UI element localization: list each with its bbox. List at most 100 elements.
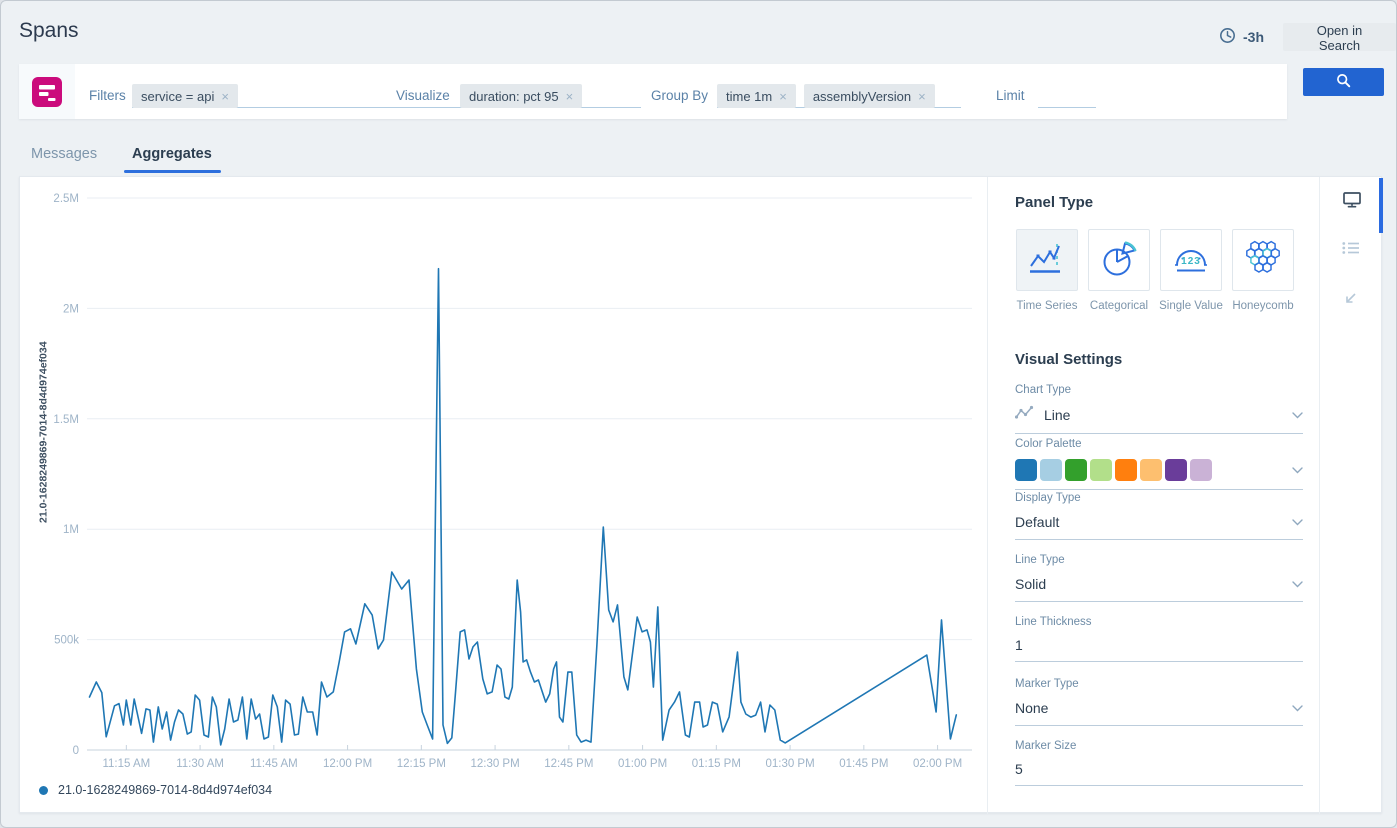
list-icon — [1342, 242, 1360, 259]
group-by-input[interactable]: time 1m × assemblyVersion × — [717, 84, 961, 108]
group-by-chip[interactable]: time 1m × — [717, 84, 796, 108]
query-source-cell[interactable] — [19, 64, 75, 119]
time-range-value: -3h — [1243, 29, 1264, 45]
chart-type-field: Chart Type Line — [1015, 384, 1303, 434]
palette-swatch[interactable] — [1065, 459, 1087, 481]
visualize-chip[interactable]: duration: pct 95 × — [460, 84, 582, 108]
panel-view-button[interactable] — [1342, 191, 1362, 214]
palette-swatch[interactable] — [1015, 459, 1037, 481]
line-type-value: Solid — [1015, 576, 1283, 592]
palette-swatch[interactable] — [1040, 459, 1062, 481]
limit-input[interactable] — [1038, 84, 1096, 108]
panel-type-heading: Panel Type — [1015, 194, 1093, 211]
marker-size-input[interactable]: 5 — [1015, 761, 1303, 786]
chart-type-select[interactable]: Line — [1015, 405, 1303, 434]
chevron-down-icon — [1292, 575, 1303, 593]
panel-type-label: Time Series — [1017, 300, 1078, 312]
chevron-down-icon — [1292, 699, 1303, 717]
tab-messages[interactable]: Messages — [31, 146, 97, 162]
chip-close-icon[interactable]: × — [566, 89, 574, 104]
time-series-icon — [1027, 238, 1067, 283]
limit-label: Limit — [996, 84, 1025, 108]
list-view-button[interactable] — [1342, 241, 1360, 260]
line-thickness-label: Line Thickness — [1015, 616, 1303, 628]
filter-chip[interactable]: service = api × — [132, 84, 238, 108]
group-by-label: Group By — [651, 84, 708, 108]
marker-size-field: Marker Size 5 — [1015, 740, 1303, 786]
y-tick-label: 500k — [54, 635, 79, 647]
panel-type-label: Honeycomb — [1232, 300, 1293, 312]
line-type-select[interactable]: Solid — [1015, 575, 1303, 602]
visualize-label: Visualize — [396, 84, 450, 108]
x-tick-label: 12:45 PM — [544, 758, 593, 770]
visualize-input[interactable]: duration: pct 95 × — [460, 84, 641, 108]
spans-page: Spans -3h Open in Search Filters service… — [0, 0, 1397, 828]
panel-type-label: Single Value — [1159, 300, 1223, 312]
x-tick-label: 12:30 PM — [470, 758, 519, 770]
legend-item[interactable]: 21.0-1628249869-7014-8d4d974ef034 — [39, 783, 272, 797]
query-bar: Filters service = api × Visualize durati… — [19, 64, 1287, 119]
display-type-field: Display Type Default — [1015, 492, 1303, 540]
group-by-chip[interactable]: assemblyVersion × — [804, 84, 935, 108]
chevron-down-icon — [1292, 406, 1303, 424]
y-tick-label: 1.5M — [53, 414, 79, 426]
categorical-icon — [1099, 238, 1139, 283]
marker-type-label: Marker Type — [1015, 678, 1303, 690]
x-tick-label: 01:45 PM — [839, 758, 888, 770]
chip-close-icon[interactable]: × — [918, 89, 926, 104]
chip-close-icon[interactable]: × — [779, 89, 787, 104]
timeseries-chart[interactable]: 0500k1M1.5M2M2.5M11:15 AM11:30 AM11:45 A… — [20, 177, 987, 814]
open-in-search-button[interactable]: Open in Search — [1283, 23, 1396, 51]
y-axis-label: 21.0-1628249869-7014-8d4d974ef034 — [36, 267, 51, 597]
panel-type-categorical[interactable] — [1088, 229, 1150, 291]
active-tab-indicator — [124, 170, 221, 173]
display-type-select[interactable]: Default — [1015, 513, 1303, 540]
monitor-icon — [1342, 196, 1362, 213]
marker-type-value: None — [1015, 700, 1283, 716]
logs-source-icon — [32, 77, 62, 107]
y-tick-label: 1M — [63, 524, 79, 536]
color-palette-select[interactable] — [1015, 459, 1303, 490]
chevron-down-icon — [1292, 513, 1303, 531]
panel-type-honeycomb[interactable] — [1232, 229, 1294, 291]
view-toolbar — [1319, 177, 1383, 814]
filters-label: Filters — [89, 84, 126, 108]
line-chart-view-button[interactable] — [1342, 291, 1358, 311]
palette-swatch[interactable] — [1115, 459, 1137, 481]
line-thickness-field: Line Thickness 1 — [1015, 616, 1303, 662]
line-chart-glyph-icon — [1015, 405, 1035, 425]
single-value-icon: 123 — [1171, 238, 1211, 283]
color-palette-field: Color Palette — [1015, 438, 1303, 490]
search-button[interactable] — [1303, 68, 1384, 96]
chart-type-value: Line — [1044, 407, 1283, 423]
svg-text:123: 123 — [1181, 256, 1201, 267]
panel-type-single-value[interactable]: 123 — [1160, 229, 1222, 291]
palette-swatch[interactable] — [1190, 459, 1212, 481]
palette-swatch[interactable] — [1165, 459, 1187, 481]
visual-settings-heading: Visual Settings — [1015, 351, 1122, 368]
search-icon — [1336, 73, 1351, 91]
panel-type-time-series[interactable] — [1016, 229, 1078, 291]
chip-close-icon[interactable]: × — [221, 89, 229, 104]
chevron-down-icon — [1292, 461, 1303, 479]
color-palette-label: Color Palette — [1015, 438, 1303, 450]
time-range-selector[interactable]: -3h — [1219, 27, 1264, 47]
legend-label: 21.0-1628249869-7014-8d4d974ef034 — [58, 783, 272, 797]
palette-swatches — [1015, 459, 1283, 481]
chart-pane: 0500k1M1.5M2M2.5M11:15 AM11:30 AM11:45 A… — [20, 177, 987, 814]
line-chart-icon — [1342, 293, 1358, 310]
tab-aggregates[interactable]: Aggregates — [132, 146, 212, 162]
x-tick-label: 01:30 PM — [765, 758, 814, 770]
x-tick-label: 02:00 PM — [913, 758, 962, 770]
palette-swatch[interactable] — [1140, 459, 1162, 481]
chart-settings-panel: Panel Type Time Series — [987, 177, 1319, 814]
marker-size-label: Marker Size — [1015, 740, 1303, 752]
line-thickness-input[interactable]: 1 — [1015, 637, 1303, 662]
y-tick-label: 2M — [63, 303, 79, 315]
marker-type-select[interactable]: None — [1015, 699, 1303, 726]
x-tick-label: 01:00 PM — [618, 758, 667, 770]
palette-swatch[interactable] — [1090, 459, 1112, 481]
marker-type-field: Marker Type None — [1015, 678, 1303, 726]
x-tick-label: 01:15 PM — [692, 758, 741, 770]
page-title: Spans — [19, 19, 79, 43]
